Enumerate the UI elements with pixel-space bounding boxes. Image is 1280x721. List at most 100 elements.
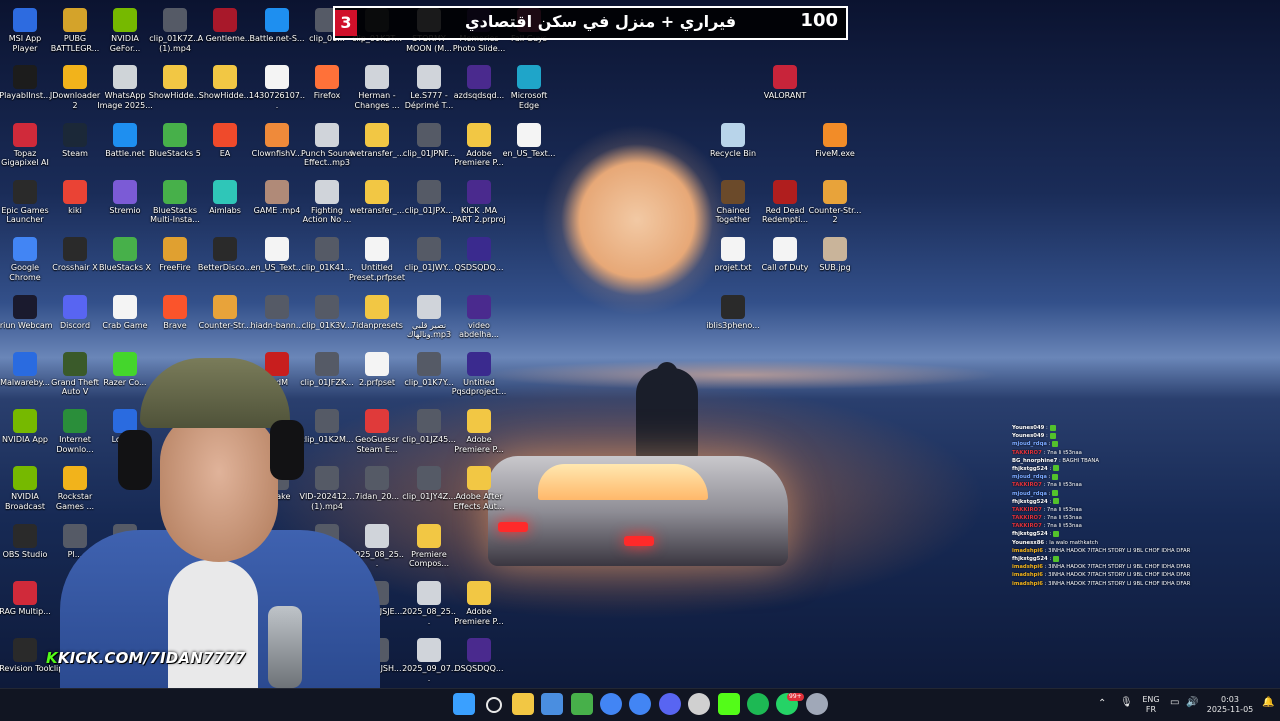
desktop-icon[interactable]: en_US_Text... [501,117,557,171]
volume-icon[interactable]: 🔊 [1186,698,1198,708]
desktop-icon[interactable]: 1430726107... [249,59,305,113]
chat-username[interactable]: Younes049 [1012,425,1044,431]
desktop-icon[interactable]: JDownloader 2 [47,59,103,113]
desktop-icon[interactable]: clip_01K3V... [299,289,355,343]
desktop-icon[interactable]: Aimlabs [197,174,253,228]
desktop-icon[interactable]: clip_01JZ45... [401,403,457,457]
desktop-icon[interactable]: Le.S777 - Déprimé T... [401,59,457,113]
bluestacks-icon[interactable] [570,693,593,715]
desktop-icon[interactable]: en_US_Text... [249,231,305,285]
spotify-icon[interactable] [747,693,769,715]
desktop-icon[interactable]: Call of Duty [757,231,813,285]
chat-username[interactable]: TAKKIRO7 [1012,523,1042,529]
desktop-icon[interactable]: Iriun Webcam [0,289,53,343]
desktop-icon[interactable]: Counter-Str... [197,289,253,343]
desktop-icon[interactable]: 2025_09_07... [401,632,457,686]
desktop-icon[interactable]: ShowHidde... [197,59,253,113]
desktop-icon[interactable]: EA [197,117,253,171]
desktop-icon[interactable]: Stremio [97,174,153,228]
file-explorer-icon[interactable] [511,693,534,715]
chat-username[interactable]: fhjkstgg524 [1012,466,1048,472]
desktop-icon[interactable]: 2025_08_25... [401,575,457,629]
desktop-icon[interactable]: azdsqdsqd... [451,59,507,113]
start-icon[interactable] [453,693,475,715]
desktop-icon[interactable]: RAG Multip... [0,575,53,629]
desktop-icon[interactable]: نصير قلبي ونالهاك.mp3 [401,289,457,343]
chat-username[interactable]: imadshpi6 [1012,564,1043,570]
desktop-icon[interactable]: Counter-Str... 2 [807,174,863,228]
desktop-icon[interactable]: clip_01JY4Z... [401,460,457,514]
desktop-icon[interactable]: KICK .MA PART 2.prproj [451,174,507,228]
microsoft-store-icon[interactable] [541,693,564,715]
chrome-icon[interactable] [600,693,622,715]
desktop-icon[interactable]: Fighting Action No ... [299,174,355,228]
desktop-icon[interactable]: Punch Sound Effect..mp3 [299,117,355,171]
desktop-icon[interactable]: Adobe Premiere P... [451,575,507,629]
desktop-icon[interactable]: Brave [147,289,203,343]
desktop-icon[interactable]: Untitled Preset.prfpset [349,231,405,285]
desktop-icon[interactable]: projet.txt [705,231,761,285]
chat-username[interactable]: TAKKIRO7 [1012,450,1042,456]
desktop-icon[interactable]: wetransfer_... [349,117,405,171]
desktop-icon[interactable]: kiki [47,174,103,228]
chat-username[interactable]: fhjkstgg524 [1012,531,1048,537]
chat-username[interactable]: imadshpi6 [1012,572,1043,578]
desktop-icon[interactable]: clip_01JWY... [401,231,457,285]
chat-username[interactable]: imadshpi6 [1012,548,1043,554]
desktop-icon[interactable]: BlueStacks 5 [147,117,203,171]
desktop-icon[interactable]: SUB.jpg [807,231,863,285]
chat-username[interactable]: mjoud_rdqa [1012,474,1047,480]
desktop-icon[interactable]: VALORANT [757,59,813,113]
desktop-icon[interactable]: Discord [47,289,103,343]
desktop-icon[interactable]: FiveM.exe [807,117,863,171]
desktop-icon[interactable]: Malwareby... [0,346,53,400]
desktop-icon[interactable]: GAME .mp4 [249,174,305,228]
chat-username[interactable]: mjoud_rdqa [1012,441,1047,447]
desktop-icon[interactable]: Battle.net [97,117,153,171]
desktop-icon[interactable]: PlayabIInst... [0,59,53,113]
desktop-icon[interactable]: clip_01K7Y... [401,346,457,400]
desktop-icon[interactable]: BlueStacks X [97,231,153,285]
desktop-icon[interactable]: Microsoft Edge [501,59,557,113]
desktop-icon[interactable]: ClownfishV... [249,117,305,171]
chat-username[interactable]: TAKKIRO7 [1012,515,1042,521]
chat-username[interactable]: TAKKIRO7 [1012,507,1042,513]
desktop-icon[interactable]: FreeFire [147,231,203,285]
chat-username[interactable]: fhjkstgg524 [1012,499,1048,505]
settings-icon[interactable] [805,693,828,715]
desktop-icon[interactable]: clip_01K41... [299,231,355,285]
desktop-icon[interactable]: OBS Studio [0,518,53,572]
language-indicator[interactable]: ENG FR [1140,695,1162,715]
desktop-icon[interactable]: Firefox [299,59,355,113]
chevron-up-icon[interactable]: ⌃ [1098,699,1106,709]
desktop-icon[interactable]: BetterDisco... [197,231,253,285]
desktop-icon[interactable]: A Gentleme... [197,2,253,56]
chat-username[interactable]: fhjkstgg524 [1012,556,1048,562]
desktop-icon[interactable]: Adobe After Effects Aut... [451,460,507,514]
desktop-icon[interactable]: Steam [47,117,103,171]
desktop-icon[interactable]: video abdelha... [451,289,507,343]
desktop-icon[interactable]: Red Dead Redempti... [757,174,813,228]
desktop-icon[interactable]: hiadn-bann... [249,289,305,343]
microphone-icon[interactable]: 🎙 [1120,698,1133,708]
desktop-icon[interactable]: wetransfer_... [349,174,405,228]
desktop-icon[interactable]: Topaz Gigapixel AI [0,117,53,171]
desktop-icon[interactable]: MSI App Player [0,2,53,56]
desktop-icon[interactable]: Herman - Changes ... [349,59,405,113]
desktop-icon[interactable]: Recycle Bin [705,117,761,171]
desktop-icon[interactable]: NVIDIA Broadcast [0,460,53,514]
desktop-icon[interactable]: NVIDIA App [0,403,53,457]
desktop-icon[interactable]: WhatsApp Image 2025... [97,59,153,113]
desktop-icon[interactable]: Battle.net-S... [249,2,305,56]
desktop-icon[interactable]: Google Chrome [0,231,53,285]
desktop-icon[interactable]: DSQSDQQ... [451,632,507,686]
desktop-icon[interactable]: QSDSQDQ... [451,231,507,285]
kick-icon[interactable] [717,693,740,715]
chat-username[interactable]: Younes049 [1012,433,1044,439]
chat-username[interactable]: Younesx86 [1012,540,1044,546]
desktop-icon[interactable]: Adobe Premiere P... [451,117,507,171]
desktop-icon[interactable]: NVIDIA GeFor... [97,2,153,56]
desktop-icon[interactable]: Epic Games Launcher [0,174,53,228]
desktop-icon[interactable]: iblis3pheno... [705,289,761,343]
chat-username[interactable]: BG_hnorphine7 [1012,458,1057,464]
